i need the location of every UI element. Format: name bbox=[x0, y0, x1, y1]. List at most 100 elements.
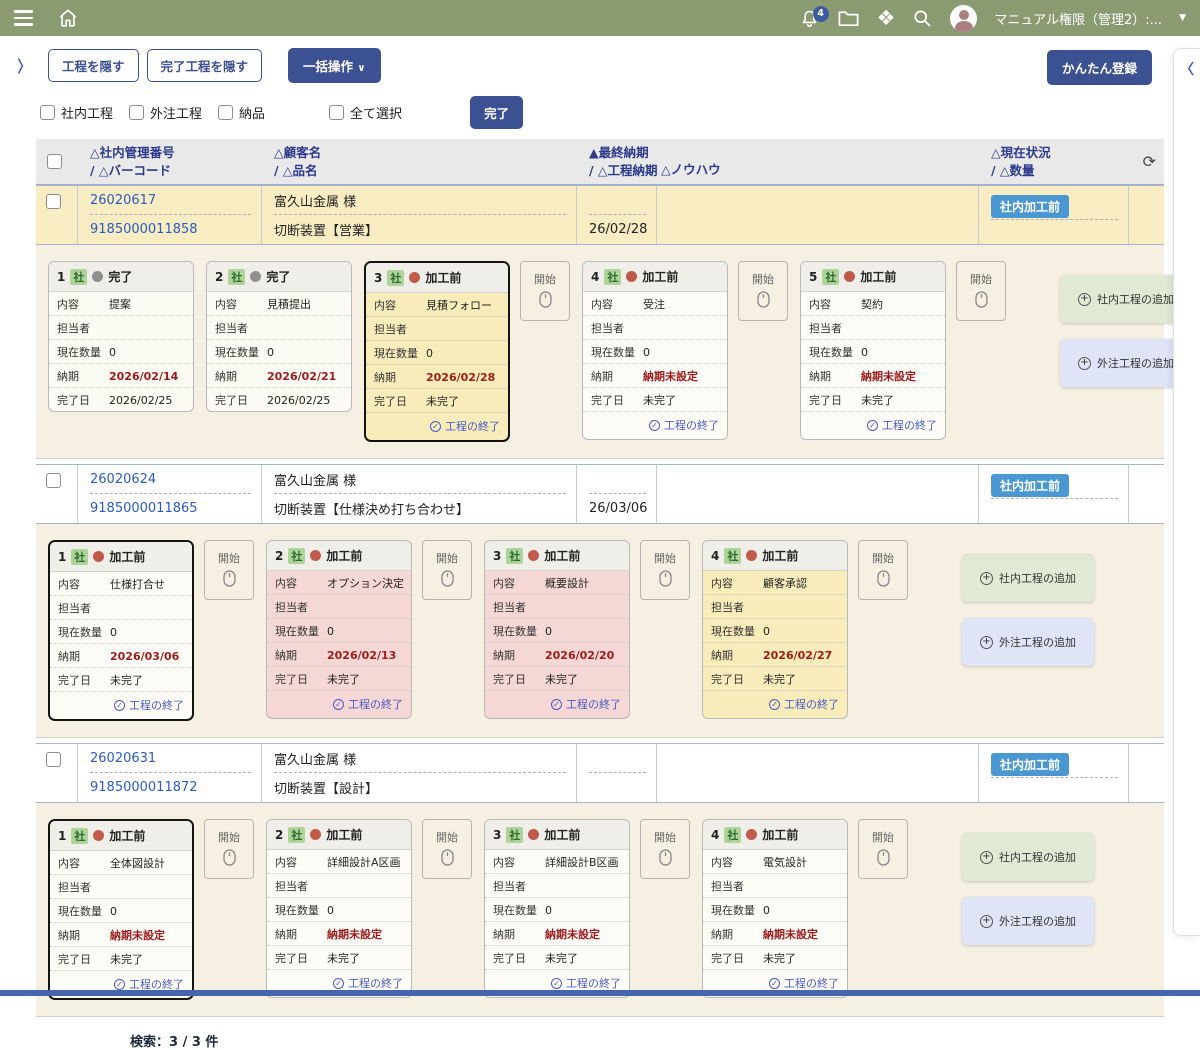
process-card[interactable]: 5 社 加工前 内容 契約 担当者 現在数量 0 納期 納期未設定 完了日 未完… bbox=[800, 261, 946, 440]
finish-process-link[interactable]: ✓ 工程の終了 bbox=[366, 413, 508, 440]
process-card[interactable]: 4 社 加工前 内容 受注 担当者 現在数量 0 納期 納期未設定 完了日 未完… bbox=[582, 261, 728, 440]
finish-process-link[interactable]: ✓ 工程の終了 bbox=[801, 412, 945, 439]
mouse-icon bbox=[539, 291, 552, 311]
header-customer[interactable]: △顧客名 / △品名 bbox=[262, 139, 577, 184]
start-process-button[interactable]: 開始 bbox=[520, 261, 570, 321]
start-process-button[interactable]: 開始 bbox=[422, 819, 472, 879]
menu-icon[interactable] bbox=[14, 10, 33, 26]
hide-process-button[interactable]: 工程を隠す bbox=[48, 49, 139, 82]
internal-process-checkbox[interactable] bbox=[40, 105, 55, 120]
card-content-row: 内容 顧客承認 bbox=[703, 571, 847, 595]
search-icon[interactable] bbox=[912, 8, 933, 29]
start-process-button[interactable]: 開始 bbox=[738, 261, 788, 321]
add-internal-process-button[interactable]: + 社内工程の追加 bbox=[962, 554, 1094, 602]
dropbox-icon[interactable]: ❖ bbox=[877, 8, 896, 29]
management-number-link[interactable]: 26020631 bbox=[90, 751, 156, 766]
status-dot-icon bbox=[310, 829, 321, 840]
select-all-checkbox[interactable] bbox=[329, 105, 344, 120]
header-final-due[interactable]: ▲最終納期 / △工程納期 bbox=[577, 139, 657, 184]
current-status-badge[interactable]: 社内加工前 bbox=[991, 474, 1069, 497]
collapse-right-panel-chevron-icon[interactable]: 〈 bbox=[1180, 62, 1194, 78]
completed-value: 2026/02/25 bbox=[109, 394, 172, 407]
process-card[interactable]: 4 社 加工前 内容 電気設計 担当者 現在数量 0 納期 納期未設定 完了日 … bbox=[702, 819, 848, 998]
barcode-link[interactable]: 9185000011858 bbox=[90, 222, 198, 237]
start-process-button[interactable]: 開始 bbox=[204, 540, 254, 600]
row-checkbox[interactable] bbox=[46, 752, 61, 767]
sort-final-due[interactable]: ▲最終納期 bbox=[589, 144, 657, 162]
complete-button[interactable]: 完了 bbox=[470, 96, 523, 129]
content-label: 内容 bbox=[809, 296, 861, 312]
card-completed-row: 完了日 未完了 bbox=[267, 946, 411, 970]
header-knowhow[interactable]: △ノウハウ bbox=[657, 139, 979, 184]
start-process-button[interactable]: 開始 bbox=[956, 261, 1006, 321]
start-process-button[interactable]: 開始 bbox=[858, 819, 908, 879]
bulk-action-button[interactable]: 一括操作 ∨ bbox=[288, 48, 381, 83]
card-content-row: 内容 全体図設計 bbox=[50, 851, 192, 875]
start-process-button[interactable]: 開始 bbox=[640, 819, 690, 879]
process-card[interactable]: 4 社 加工前 内容 顧客承認 担当者 現在数量 0 納期 2026/02/27… bbox=[702, 540, 848, 719]
due-label: 納期 bbox=[493, 926, 545, 942]
sort-knowhow[interactable]: △ノウハウ bbox=[661, 161, 721, 179]
add-internal-process-button[interactable]: + 社内工程の追加 bbox=[962, 833, 1094, 881]
current-status-badge[interactable]: 社内加工前 bbox=[991, 195, 1069, 218]
check-circle-icon: ✓ bbox=[114, 979, 125, 990]
refresh-icon[interactable]: ⟳ bbox=[1129, 139, 1164, 184]
current-status-badge[interactable]: 社内加工前 bbox=[991, 753, 1069, 776]
start-label: 開始 bbox=[534, 271, 556, 287]
notifications-bell-icon[interactable]: 4 bbox=[799, 8, 820, 29]
process-card[interactable]: 1 社 加工前 内容 全体図設計 担当者 現在数量 0 納期 納期未設定 完了日… bbox=[48, 819, 194, 1000]
sort-quantity[interactable]: / △数量 bbox=[991, 162, 1129, 180]
process-card[interactable]: 2 社 加工前 内容 オプション決定 担当者 現在数量 0 納期 2026/02… bbox=[266, 540, 412, 719]
sort-product-name[interactable]: / △品名 bbox=[274, 162, 577, 180]
card-quantity-row: 現在数量 0 bbox=[207, 340, 351, 364]
add-external-process-button[interactable]: + 外注工程の追加 bbox=[962, 618, 1094, 666]
row-checkbox[interactable] bbox=[46, 194, 61, 209]
barcode-link[interactable]: 9185000011872 bbox=[90, 780, 198, 795]
process-card[interactable]: 1 社 完了 内容 提案 担当者 現在数量 0 納期 2026/02/14 完了… bbox=[48, 261, 194, 412]
header-select-all-checkbox[interactable] bbox=[47, 154, 62, 169]
external-process-checkbox[interactable] bbox=[129, 105, 144, 120]
management-number-link[interactable]: 26020617 bbox=[90, 193, 156, 208]
process-card[interactable]: 3 社 加工前 内容 概要設計 担当者 現在数量 0 納期 2026/02/20… bbox=[484, 540, 630, 719]
start-process-button[interactable]: 開始 bbox=[422, 540, 472, 600]
start-process-button[interactable]: 開始 bbox=[858, 540, 908, 600]
card-assignee-row: 担当者 bbox=[485, 874, 629, 898]
header-current-status[interactable]: △現在状況 / △数量 bbox=[979, 139, 1129, 184]
content-label: 内容 bbox=[58, 576, 110, 592]
row-checkbox[interactable] bbox=[46, 473, 61, 488]
sort-barcode[interactable]: / △バーコード bbox=[90, 162, 262, 180]
process-card[interactable]: 3 社 加工前 内容 詳細設計B区画 担当者 現在数量 0 納期 納期未設定 完… bbox=[484, 819, 630, 998]
process-card[interactable]: 2 社 加工前 内容 詳細設計A区画 担当者 現在数量 0 納期 納期未設定 完… bbox=[266, 819, 412, 998]
sort-current-status[interactable]: △現在状況 bbox=[991, 144, 1129, 162]
sort-management-number[interactable]: △社内管理番号 bbox=[90, 144, 262, 162]
process-card[interactable]: 1 社 加工前 内容 仕様打合せ 担当者 現在数量 0 納期 2026/03/0… bbox=[48, 540, 194, 721]
folder-icon[interactable] bbox=[837, 8, 860, 28]
process-card-header: 4 社 加工前 bbox=[703, 820, 847, 850]
start-process-button[interactable]: 開始 bbox=[204, 819, 254, 879]
status-dot-icon bbox=[250, 271, 261, 282]
finish-process-link[interactable]: ✓ 工程の終了 bbox=[485, 691, 629, 718]
process-card[interactable]: 2 社 完了 内容 見積提出 担当者 現在数量 0 納期 2026/02/21 … bbox=[206, 261, 352, 412]
content-label: 内容 bbox=[711, 854, 763, 870]
finish-process-link[interactable]: ✓ 工程の終了 bbox=[50, 692, 192, 719]
expand-left-panel-chevron-icon[interactable]: 〉 bbox=[18, 53, 31, 77]
management-number-link[interactable]: 26020624 bbox=[90, 472, 156, 487]
chevron-down-icon[interactable]: ▼ bbox=[1179, 13, 1186, 23]
content-value: 詳細設計B区画 bbox=[545, 854, 619, 870]
add-external-process-button[interactable]: + 外注工程の追加 bbox=[962, 897, 1094, 945]
header-management-number[interactable]: △社内管理番号 / △バーコード bbox=[78, 139, 262, 184]
process-card[interactable]: 3 社 加工前 内容 見積フォロー 担当者 現在数量 0 納期 2026/02/… bbox=[364, 261, 510, 442]
finish-process-link[interactable]: ✓ 工程の終了 bbox=[703, 691, 847, 718]
hide-completed-process-button[interactable]: 完了工程を隠す bbox=[147, 49, 263, 82]
sort-process-due[interactable]: / △工程納期 bbox=[589, 162, 657, 180]
delivery-checkbox[interactable] bbox=[218, 105, 233, 120]
process-card-pair: 2 社 加工前 内容 詳細設計A区画 担当者 現在数量 0 納期 納期未設定 完… bbox=[266, 819, 484, 998]
finish-process-link[interactable]: ✓ 工程の終了 bbox=[583, 412, 727, 439]
start-process-button[interactable]: 開始 bbox=[640, 540, 690, 600]
finish-process-link[interactable]: ✓ 工程の終了 bbox=[267, 691, 411, 718]
barcode-link[interactable]: 9185000011865 bbox=[90, 501, 198, 516]
sort-customer-name[interactable]: △顧客名 bbox=[274, 144, 577, 162]
avatar[interactable] bbox=[950, 5, 977, 32]
easy-register-button[interactable]: かんたん登録 bbox=[1047, 50, 1152, 85]
home-icon[interactable] bbox=[57, 7, 79, 29]
